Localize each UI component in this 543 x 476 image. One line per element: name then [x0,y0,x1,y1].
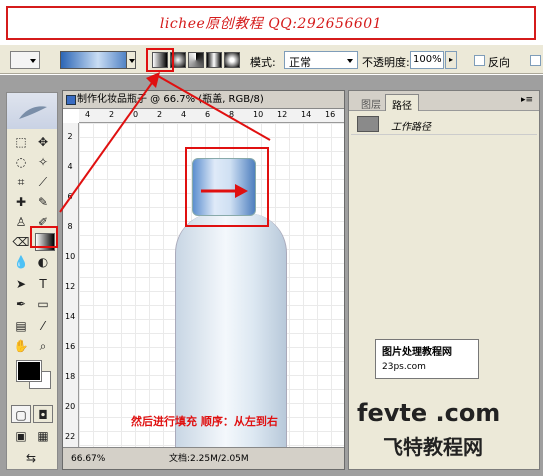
ruler-horizontal: 4 2 0 2 4 6 8 10 12 14 16 [79,109,344,123]
path-thumbnail [357,116,379,132]
screen-mode-icon[interactable]: ▣ [11,427,31,445]
options-bar: 模式: 正常 不透明度: 100% ▸ 反向 [0,44,543,74]
toolbox: ⬚ ✥ ◌ ✧ ⌗ ⟋ ✚ ✎ ♙ ✐ ⌫ 💧 ◐ ➤ T ✒ ▭ ▤ ⁄ ✋ … [6,92,58,470]
diamond-gradient-button[interactable] [224,52,240,68]
left-to-right-arrow-icon [201,184,248,198]
document-window[interactable]: 制作化妆品瓶子 @ 66.7% (瓶盖, RGB/8) 4 2 0 2 4 6 8 10 12 1… [62,90,345,470]
zoom-tool-icon[interactable]: ⌕ [33,337,53,355]
jump-to-imageready-icon[interactable]: ⇆ [21,449,41,467]
document-size[interactable]: 文档:2.25M/2.05M [169,448,249,470]
palette-header: 图层 路径 ▸≡ [349,91,539,112]
ruler-tick-label: 12 [65,282,76,291]
document-title-bar[interactable]: 制作化妆品瓶子 @ 66.7% (瓶盖, RGB/8) [63,91,344,109]
foreground-color-swatch[interactable] [16,360,42,382]
path-selection-tool-icon[interactable]: ➤ [11,275,31,293]
gradient-tool-highlight [30,226,58,248]
opacity-input[interactable]: 100% [410,51,444,69]
ruler-tick-label: 8 [229,110,235,119]
ruler-tick-label: 4 [85,110,91,119]
notes-tool-icon[interactable]: ▤ [11,317,31,335]
move-tool-icon[interactable]: ✥ [33,133,53,151]
mode-label: 模式: [250,56,276,69]
ruler-tick-label: 12 [277,110,288,119]
tab-paths[interactable]: 路径 [385,94,419,112]
ruler-tick-label: 10 [65,252,76,261]
magic-wand-tool-icon[interactable]: ✧ [33,153,53,171]
reverse-label: 反向 [488,56,510,69]
watermark-logo-title: 图片处理教程网 [382,347,452,358]
gradient-dropdown-button[interactable] [126,51,136,69]
slice-tool-icon[interactable]: ⟋ [33,173,53,191]
banner-text: lichee原创教程 QQ:292656601 [159,16,383,32]
marquee-tool-icon[interactable]: ⬚ [11,133,31,151]
opacity-arrow-button[interactable]: ▸ [445,51,457,69]
gradient-editor-swatch[interactable] [60,51,136,69]
ruler-tick-label: 8 [67,222,73,231]
blend-mode-value: 正常 [289,56,311,69]
ruler-tick-label: 6 [205,110,211,119]
paths-palette: 图层 路径 ▸≡ 工作路径 图片处理教程网 23ps.com fevte .co… [348,90,540,470]
healing-brush-tool-icon[interactable]: ✚ [11,193,31,211]
standard-mode-icon[interactable]: ▢ [11,405,31,423]
crop-tool-icon[interactable]: ⌗ [11,173,31,191]
watermark-logo: 图片处理教程网 23ps.com [375,339,479,379]
ruler-tick-label: 14 [65,312,76,321]
feather-icon [19,106,47,119]
ruler-tick-label: 16 [65,342,76,351]
pen-tool-icon[interactable]: ✒ [11,295,31,313]
bottle-body [175,213,287,447]
photoshop-doc-icon [66,95,76,105]
ruler-tick-label: 16 [325,110,336,119]
ruler-tick-label: 0 [133,110,139,119]
ruler-tick-label: 4 [181,110,187,119]
opacity-value: 100% [413,54,442,65]
blur-tool-icon[interactable]: 💧 [11,253,31,271]
watermark-site-cn: 飞特教程网 [383,435,483,459]
document-status-bar: 66.67% 文档:2.25M/2.05M [63,447,344,469]
hand-tool-icon[interactable]: ✋ [11,337,31,355]
canvas[interactable]: 然后进行填充 顺序：从左到右 [79,123,344,447]
tutorial-banner: lichee原创教程 QQ:292656601 [6,6,536,40]
instruction-caption: 然后进行填充 顺序：从左到右 [131,415,278,428]
reverse-checkbox[interactable] [474,55,485,66]
full-screen-icon[interactable]: ▦ [33,427,53,445]
dither-checkbox[interactable] [530,55,541,66]
ruler-vertical: 2 4 6 8 10 12 14 16 18 20 22 [63,123,79,447]
ruler-tick-label: 22 [65,432,76,441]
ruler-tick-label: 6 [67,192,73,201]
zoom-level[interactable]: 66.67% [71,448,105,470]
path-list-item[interactable]: 工作路径 [351,113,537,135]
ruler-tick-label: 14 [301,110,312,119]
ruler-tick-label: 10 [253,110,264,119]
type-tool-icon[interactable]: T [33,275,53,293]
ruler-tick-label: 2 [109,110,115,119]
ruler-tick-label: 2 [157,110,163,119]
dodge-tool-icon[interactable]: ◐ [33,253,53,271]
document-title: 制作化妆品瓶子 @ 66.7% (瓶盖, RGB/8) [77,94,264,105]
lasso-tool-icon[interactable]: ◌ [11,153,31,171]
ruler-tick-label: 4 [67,162,73,171]
eyedropper-tool-icon[interactable]: ⁄ [33,317,53,335]
tool-preset-picker[interactable] [10,51,40,69]
reflected-gradient-button[interactable] [206,52,222,68]
watermark-logo-url: 23ps.com [382,362,426,372]
ruler-tick-label: 2 [67,132,73,141]
quick-mask-icon[interactable]: ◘ [33,405,53,423]
brush-tool-icon[interactable]: ✎ [33,193,53,211]
tab-layers[interactable]: 图层 [355,94,387,111]
path-name: 工作路径 [391,122,431,133]
watermark-site: fevte .com [357,399,501,427]
linear-gradient-highlight [146,48,174,72]
stamp-tool-icon[interactable]: ♙ [11,213,31,231]
ruler-tick-label: 20 [65,402,76,411]
shape-tool-icon[interactable]: ▭ [33,295,53,313]
angle-gradient-button[interactable] [188,52,204,68]
eraser-tool-icon[interactable]: ⌫ [11,233,31,251]
ruler-tick-label: 18 [65,372,76,381]
opacity-label: 不透明度: [362,56,410,69]
blend-mode-select[interactable]: 正常 [284,51,358,69]
palette-menu-icon[interactable]: ▸≡ [521,95,533,107]
toolbox-header [7,93,57,129]
